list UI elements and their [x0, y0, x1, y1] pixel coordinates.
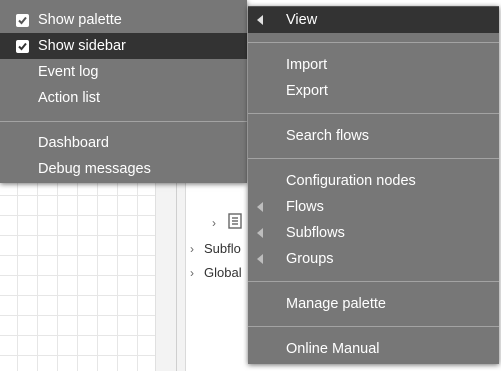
tree-item-subflows[interactable]: › Subflo	[190, 238, 241, 260]
workspace-scrollbar[interactable]	[155, 180, 176, 371]
menu-item-label: Event log	[38, 64, 99, 80]
chevron-right-icon: ›	[190, 242, 194, 256]
menu-item-debug-messages[interactable]: Debug messages	[0, 156, 247, 182]
menu-item-dashboard[interactable]: Dashboard	[0, 130, 247, 156]
menu-item-show-palette[interactable]: Show palette	[0, 7, 247, 33]
menu-item-label: Online Manual	[286, 341, 380, 357]
submenu-arrow-icon	[257, 254, 263, 264]
menu-item-view[interactable]: View	[248, 7, 499, 33]
menu-divider	[248, 42, 499, 43]
menu-item-event-log[interactable]: Event log	[0, 59, 247, 85]
menu-item-label: Flows	[286, 199, 324, 215]
menu-item-label: Export	[286, 83, 328, 99]
check-icon	[16, 14, 29, 27]
menu-item-subflows[interactable]: Subflows	[248, 220, 499, 246]
menu-item-flows[interactable]: Flows	[248, 194, 499, 220]
menu-item-label: Subflows	[286, 225, 345, 241]
chevron-right-icon: ›	[190, 266, 194, 280]
view-submenu: Show palette Show sidebar Event log Acti…	[0, 0, 247, 183]
menu-item-import[interactable]: Import	[248, 52, 499, 78]
menu-divider	[248, 281, 499, 282]
menu-item-label: Debug messages	[38, 161, 151, 177]
submenu-arrow-icon	[257, 202, 263, 212]
tree-item-global[interactable]: › Global	[190, 262, 242, 284]
menu-divider	[248, 326, 499, 327]
submenu-arrow-icon	[257, 15, 263, 25]
menu-item-label: Show sidebar	[38, 38, 126, 54]
menu-item-label: Search flows	[286, 128, 370, 144]
tree-item-label: Global	[204, 265, 242, 280]
tree-node-expander[interactable]: ›	[212, 212, 226, 234]
menu-item-export[interactable]: Export	[248, 78, 499, 104]
menu-item-label: View	[286, 12, 318, 28]
menu-item-label: Manage palette	[286, 296, 386, 312]
menu-divider	[248, 158, 499, 159]
menu-item-manage-palette[interactable]: Manage palette	[248, 291, 499, 317]
menu-item-label: Configuration nodes	[286, 173, 416, 189]
menu-item-configuration-nodes[interactable]: Configuration nodes	[248, 168, 499, 194]
menu-item-label: Show palette	[38, 12, 122, 28]
menu-item-groups[interactable]: Groups	[248, 246, 499, 272]
menu-item-show-sidebar[interactable]: Show sidebar	[0, 33, 247, 59]
flow-node-icon	[228, 213, 242, 229]
tree-item-label: Subflo	[204, 241, 241, 256]
menu-item-label: Dashboard	[38, 135, 109, 151]
menu-item-search-flows[interactable]: Search flows	[248, 123, 499, 149]
menu-item-online-manual[interactable]: Online Manual	[248, 336, 499, 362]
submenu-arrow-icon	[257, 228, 263, 238]
menu-item-label: Groups	[286, 251, 334, 267]
menu-item-label: Import	[286, 57, 328, 73]
menu-item-label: Action list	[38, 90, 101, 106]
menu-item-action-list[interactable]: Action list	[0, 85, 247, 111]
menu-divider	[248, 113, 499, 114]
chevron-right-icon: ›	[212, 216, 216, 230]
main-menu: View Import Export Search flows Configur…	[248, 6, 499, 364]
menu-divider	[0, 121, 247, 122]
check-icon	[16, 40, 29, 53]
